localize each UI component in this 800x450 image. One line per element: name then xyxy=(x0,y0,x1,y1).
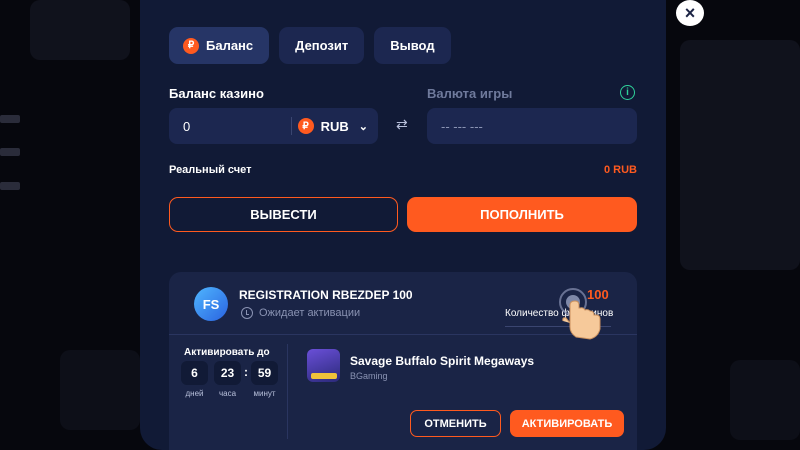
background-nav-hint xyxy=(0,148,20,156)
timer-colon: : xyxy=(244,365,248,379)
game-provider: BGaming xyxy=(350,371,388,381)
game-logo-strip xyxy=(310,373,337,379)
tab-balance[interactable]: ₽ Баланс xyxy=(169,27,270,64)
tab-label: Баланс xyxy=(206,38,254,53)
timer-value: 59 xyxy=(251,361,278,385)
timer-minutes: 59 минут xyxy=(251,361,278,398)
game-currency-label: Валюта игры xyxy=(427,86,513,101)
timer-unit: часа xyxy=(218,389,237,398)
withdraw-button[interactable]: ВЫВЕСТИ xyxy=(169,197,398,232)
divider xyxy=(287,344,288,439)
activate-bonus-button[interactable]: АКТИВИРОВАТЬ xyxy=(510,410,624,437)
close-button[interactable]: × xyxy=(676,0,704,26)
currency-code: RUB xyxy=(320,118,349,134)
chevron-down-icon: ⌄ xyxy=(358,120,368,133)
bonus-status-text: Ожидает активации xyxy=(259,307,361,319)
bonus-title: REGISTRATION RBEZDEP 100 xyxy=(239,288,413,302)
tab-withdraw[interactable]: Вывод xyxy=(374,27,451,64)
tab-bar: ₽ Баланс Депозит Вывод xyxy=(169,27,451,64)
timer-value: 6 xyxy=(181,361,208,385)
casino-balance-value: 0 xyxy=(183,118,191,134)
timer-hours: 23 часа xyxy=(214,361,241,398)
timer-days: 6 дней xyxy=(181,361,208,398)
casino-balance-label: Баланс казино xyxy=(169,86,264,101)
activate-until-label: Активировать до xyxy=(184,347,270,358)
timer-value: 23 xyxy=(214,361,241,385)
close-icon: × xyxy=(684,3,696,23)
tab-label: Вывод xyxy=(390,38,435,53)
background-card xyxy=(60,350,140,430)
deposit-button[interactable]: ПОПОЛНИТЬ xyxy=(407,197,637,232)
real-account-label: Реальный счет xyxy=(169,164,252,176)
timer-unit: дней xyxy=(185,389,204,398)
tab-deposit[interactable]: Депозит xyxy=(279,27,365,64)
background-card xyxy=(730,360,800,440)
game-currency-value: -- --- --- xyxy=(441,118,483,134)
background-nav-hint xyxy=(0,182,20,190)
currency-select[interactable]: ₽ RUB ⌄ xyxy=(292,118,378,134)
game-thumbnail[interactable] xyxy=(307,349,340,382)
swap-icon[interactable]: ⇄ xyxy=(396,116,408,133)
bonus-status: Ожидает активации xyxy=(241,307,360,319)
clock-icon xyxy=(241,307,253,319)
background-card xyxy=(680,40,800,270)
background-card xyxy=(30,0,130,60)
ruble-coin-icon: ₽ xyxy=(297,118,314,134)
timer-unit: минут xyxy=(253,389,276,398)
freespins-badge: FS xyxy=(194,287,228,321)
game-currency-field: -- --- --- xyxy=(427,108,637,144)
tab-label: Депозит xyxy=(295,38,349,53)
tap-hint-hand-icon xyxy=(559,288,601,340)
casino-balance-field[interactable]: 0 ₽ RUB ⌄ xyxy=(169,108,378,144)
balance-modal: ₽ Баланс Депозит Вывод Баланс казино Вал… xyxy=(140,0,666,450)
real-account-value: 0 RUB xyxy=(603,164,637,176)
info-icon[interactable]: i xyxy=(620,85,635,100)
cancel-bonus-button[interactable]: ОТМЕНИТЬ xyxy=(410,410,501,437)
countdown-timer: 6 дней 23 часа : 59 минут xyxy=(181,361,278,398)
ruble-coin-icon: ₽ xyxy=(183,37,199,54)
real-account-row: Реальный счет 0 RUB xyxy=(169,164,637,176)
game-name[interactable]: Savage Buffalo Spirit Megaways xyxy=(350,354,534,368)
background-nav-hint xyxy=(0,115,20,123)
